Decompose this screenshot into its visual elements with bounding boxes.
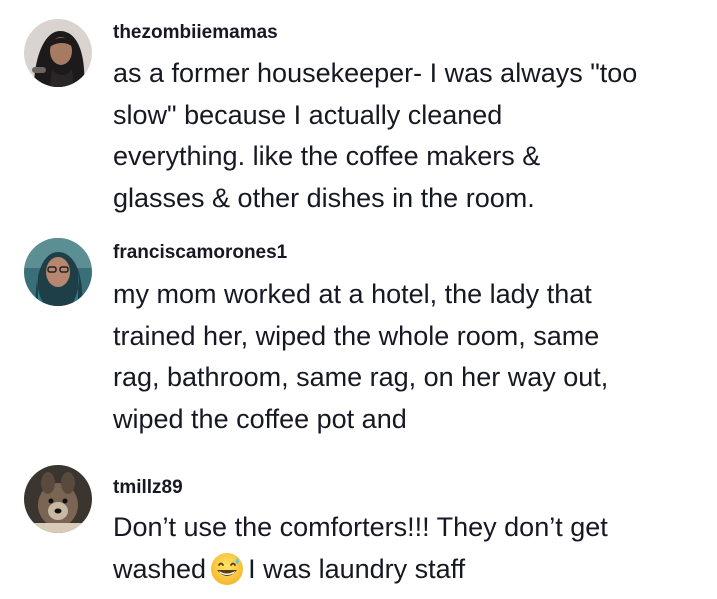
comment-text-line: trained her, wiped the whole room, same [113, 320, 600, 351]
comment-text-line: everything. like the coffee makers & [113, 141, 541, 171]
comment-text-line: Don’t use the comforters!!! They don’t g… [113, 512, 608, 542]
comment-username[interactable]: thezombiiemamas [113, 22, 278, 44]
comment-text-line: as a former housekeeper- I was always "t… [113, 58, 638, 88]
comment-text: as a former housekeeper- I was always "t… [113, 53, 703, 219]
user-avatar[interactable] [24, 19, 92, 87]
comment-username[interactable]: franciscamorones1 [113, 242, 287, 264]
user-avatar-photo-icon [24, 19, 92, 87]
user-avatar[interactable] [24, 238, 92, 306]
comment-text: Don’t use the comforters!!! They don’t g… [113, 507, 703, 590]
comment-username[interactable]: tmillz89 [113, 477, 183, 499]
comment-text-line: slow" because I actually cleaned [113, 99, 503, 130]
comment-text-line: wiped the coffee pot and [113, 403, 407, 434]
grinning-sweat-emoji-icon [210, 552, 244, 586]
comment-text-line: my mom worked at a hotel, the lady that [113, 279, 592, 309]
comment-text-segment: washed [113, 553, 207, 584]
comment-text-line: rag, bathroom, same rag, on her way out, [113, 362, 609, 392]
user-avatar-photo-icon [24, 238, 92, 306]
user-avatar-photo-icon [24, 465, 92, 533]
comment-text-line: washed I was laundry staff [113, 549, 703, 591]
comment-text-segment: I was laundry staff [248, 553, 466, 584]
comment-text-line: glasses & other dishes in the room. [113, 182, 535, 213]
comment-text: my mom worked at a hotel, the lady that … [113, 274, 703, 440]
user-avatar[interactable] [24, 465, 92, 533]
